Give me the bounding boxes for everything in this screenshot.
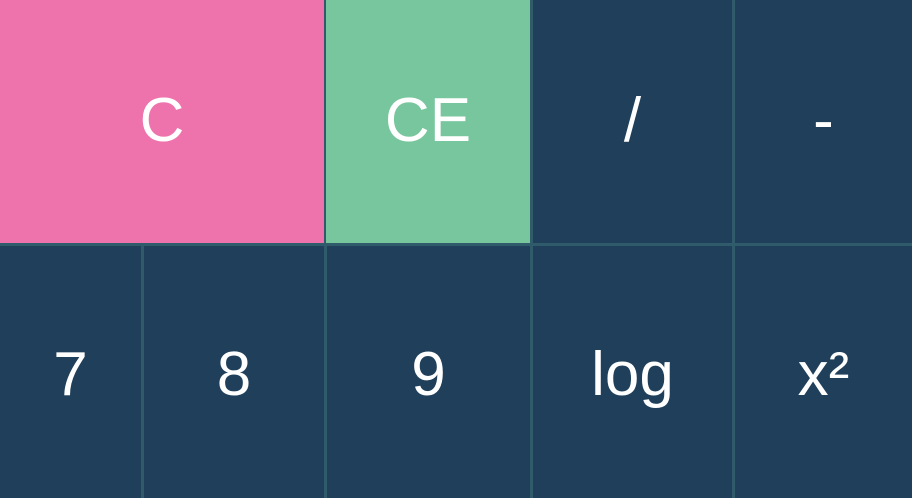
clear-button-label: C xyxy=(139,85,185,155)
digit-9-button-label: 9 xyxy=(411,340,446,409)
square-button[interactable]: x² xyxy=(735,246,912,498)
digit-9-button[interactable]: 9 xyxy=(327,246,530,498)
clear-button[interactable]: C xyxy=(0,0,324,243)
square-button-label: x² xyxy=(797,340,850,409)
minus-button[interactable]: - xyxy=(735,0,912,243)
log-button[interactable]: log xyxy=(533,246,732,498)
clear-entry-button[interactable]: CE xyxy=(326,0,530,243)
log-button-label: log xyxy=(591,340,674,409)
digit-8-button-label: 8 xyxy=(216,340,252,409)
calculator-keypad: C CE / - 7 8 9 log x² xyxy=(0,0,912,498)
clear-entry-button-label: CE xyxy=(384,85,472,155)
divide-button-label: / xyxy=(623,85,642,155)
minus-button-label: - xyxy=(813,85,834,155)
digit-7-button[interactable]: 7 xyxy=(0,246,141,498)
digit-7-button-label: 7 xyxy=(53,340,88,409)
digit-8-button[interactable]: 8 xyxy=(144,246,324,498)
divide-button[interactable]: / xyxy=(533,0,732,243)
